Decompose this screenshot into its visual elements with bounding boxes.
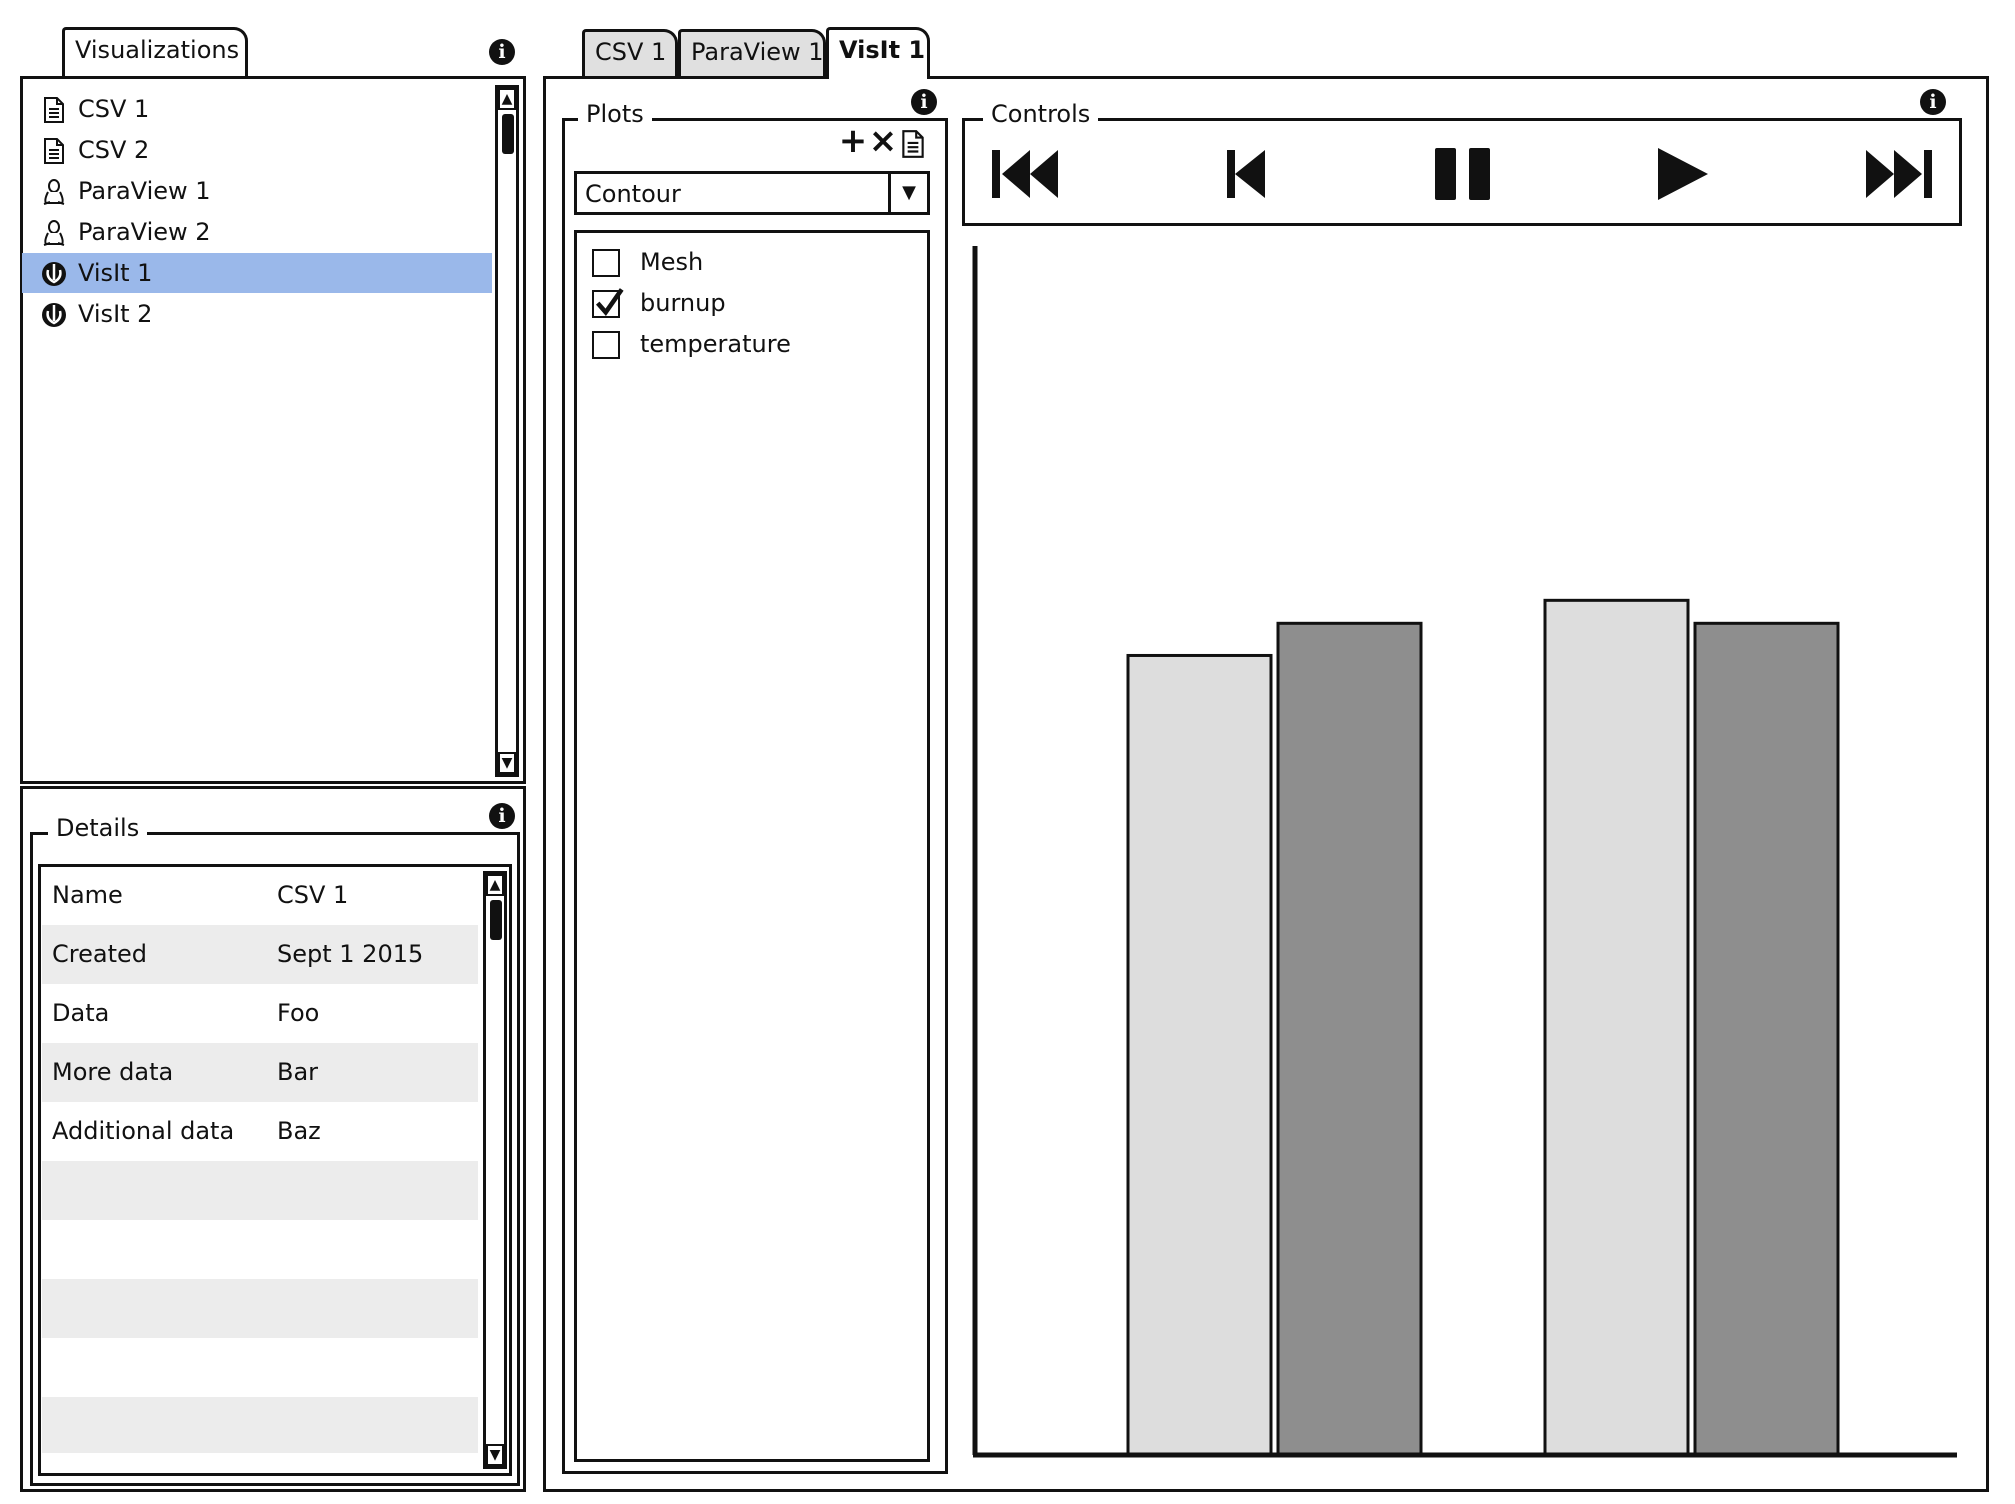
table-row[interactable]: Data Foo <box>42 984 478 1043</box>
info-icon[interactable]: i <box>911 89 937 115</box>
variable-label: Mesh <box>640 248 704 276</box>
table-row-empty <box>42 1397 478 1453</box>
table-row[interactable]: More data Bar <box>42 1043 478 1102</box>
add-plot-button[interactable]: + <box>838 124 868 158</box>
detail-value: CSV 1 <box>277 881 349 909</box>
tab-paraview-1[interactable]: ParaView 1 <box>678 29 826 77</box>
list-item-visit-1[interactable]: VisIt 1 <box>22 253 492 293</box>
scroll-up-arrow-icon[interactable]: ▲ <box>486 874 504 896</box>
tab-visualizations[interactable]: Visualizations <box>62 27 248 79</box>
variable-label: burnup <box>640 289 726 317</box>
scroll-thumb[interactable] <box>502 114 514 154</box>
scroll-up-arrow-icon[interactable]: ▲ <box>498 88 516 110</box>
controls-title: Controls <box>983 100 1099 128</box>
plot-type-select[interactable]: Contour ▼ <box>574 171 930 215</box>
list-item-csv-2[interactable]: CSV 2 <box>22 130 492 170</box>
bar-chart <box>972 246 1957 1458</box>
list-item-label: VisIt 2 <box>78 300 153 328</box>
checkbox[interactable] <box>592 288 624 318</box>
detail-value: Baz <box>277 1117 321 1145</box>
detail-value: Sept 1 2015 <box>277 940 424 968</box>
tab-label: VisIt 1 <box>839 36 926 64</box>
detail-key: More data <box>52 1058 174 1086</box>
rebel-icon <box>42 303 66 327</box>
table-row[interactable]: Created Sept 1 2015 <box>42 925 478 984</box>
skip-to-end-icon[interactable] <box>1864 138 1934 210</box>
details-title: Details <box>48 814 148 842</box>
chart-bar-1-series-2 <box>1276 621 1423 1457</box>
detail-value: Bar <box>277 1058 319 1086</box>
document-icon[interactable] <box>898 128 928 160</box>
chart-bar-1-series-1 <box>1126 653 1273 1457</box>
variables-list <box>574 230 930 1462</box>
list-item-label: ParaView 2 <box>78 218 211 246</box>
linux-icon <box>43 220 65 246</box>
info-icon[interactable]: i <box>489 39 515 65</box>
checkbox[interactable] <box>592 249 620 277</box>
table-row-empty <box>42 1279 478 1338</box>
document-icon <box>44 97 64 123</box>
details-scrollbar[interactable]: ▲ ▼ <box>483 871 507 1469</box>
skip-to-start-icon[interactable] <box>990 138 1060 210</box>
chart-bar-2-series-2 <box>1693 621 1840 1457</box>
list-item-label: CSV 1 <box>78 95 150 123</box>
table-row-empty <box>42 1161 478 1220</box>
list-item-csv-1[interactable]: CSV 1 <box>22 89 492 129</box>
tab-label: ParaView 1 <box>691 38 824 66</box>
linux-icon <box>43 179 65 205</box>
tab-label: CSV 1 <box>595 38 667 66</box>
table-row[interactable]: Name CSV 1 <box>42 866 478 925</box>
variable-temperature[interactable]: temperature <box>592 324 791 364</box>
scroll-thumb[interactable] <box>490 900 502 940</box>
plots-title: Plots <box>578 100 652 128</box>
chart-bar-2-series-1 <box>1543 598 1690 1457</box>
scroll-down-arrow-icon[interactable]: ▼ <box>498 752 516 774</box>
info-icon[interactable]: i <box>1920 89 1946 115</box>
list-item-label: CSV 2 <box>78 136 150 164</box>
variable-label: temperature <box>640 330 791 358</box>
detail-key: Additional data <box>52 1117 235 1145</box>
detail-value: Foo <box>277 999 320 1027</box>
detail-key: Data <box>52 999 110 1027</box>
variable-burnup[interactable]: burnup <box>592 283 726 323</box>
scroll-down-arrow-icon[interactable]: ▼ <box>486 1444 504 1466</box>
list-item-paraview-1[interactable]: ParaView 1 <box>22 171 492 211</box>
step-back-icon[interactable] <box>1225 138 1269 210</box>
checkbox[interactable] <box>592 331 620 359</box>
table-row[interactable]: Additional data Baz <box>42 1102 478 1161</box>
variable-mesh[interactable]: Mesh <box>592 242 703 282</box>
list-scrollbar[interactable]: ▲ ▼ <box>495 85 519 777</box>
remove-plot-button[interactable]: × <box>868 124 898 158</box>
chevron-down-icon[interactable]: ▼ <box>888 174 927 212</box>
pause-icon[interactable] <box>1433 138 1493 210</box>
list-item-visit-2[interactable]: VisIt 2 <box>22 294 492 334</box>
list-item-paraview-2[interactable]: ParaView 2 <box>22 212 492 252</box>
checkmark-icon <box>595 288 624 316</box>
detail-key: Name <box>52 881 123 909</box>
tab-visualizations-label: Visualizations <box>75 36 240 64</box>
rebel-icon <box>42 262 66 286</box>
document-icon <box>44 138 64 164</box>
info-icon[interactable]: i <box>489 803 515 829</box>
detail-key: Created <box>52 940 147 968</box>
list-item-label: ParaView 1 <box>78 177 211 205</box>
play-icon[interactable] <box>1654 138 1710 210</box>
tab-csv-1[interactable]: CSV 1 <box>582 29 678 77</box>
plot-type-value: Contour <box>585 180 681 208</box>
table-row-empty <box>42 1338 478 1397</box>
tab-visit-1[interactable]: VisIt 1 <box>826 27 930 79</box>
table-row-empty <box>42 1220 478 1279</box>
list-item-label: VisIt 1 <box>78 259 153 287</box>
